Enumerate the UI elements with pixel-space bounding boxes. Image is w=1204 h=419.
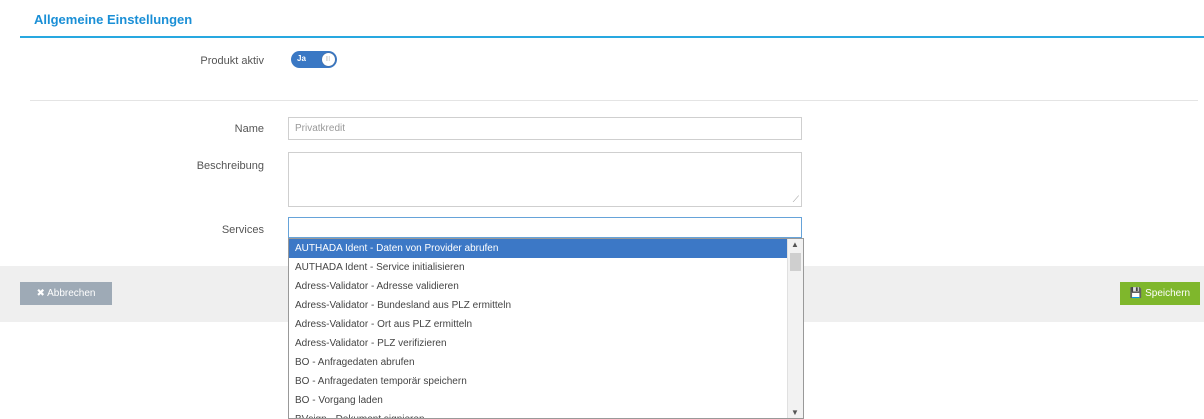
title-underline [20, 36, 1204, 38]
services-option[interactable]: BO - Vorgang laden [289, 391, 787, 410]
services-label: Services [221, 224, 264, 236]
toggle-on-label: Ja [297, 54, 306, 63]
scroll-up-icon[interactable]: ▲ [791, 240, 799, 249]
services-option[interactable]: AUTHADA Ident - Daten von Provider abruf… [289, 239, 787, 258]
toggle-knob: ||| [322, 53, 335, 66]
services-option[interactable]: Adress-Validator - Ort aus PLZ ermitteln [289, 315, 787, 334]
services-input[interactable] [288, 217, 802, 238]
dropdown-scrollbar[interactable]: ▲ ▼ [787, 239, 803, 418]
beschreibung-label: Beschreibung [196, 160, 264, 172]
services-option[interactable]: Adress-Validator - PLZ verifizieren [289, 334, 787, 353]
cancel-button[interactable]: ✖ Abbrechen [20, 282, 112, 305]
name-input[interactable]: Privatkredit [288, 117, 802, 140]
services-dropdown-list: AUTHADA Ident - Daten von Provider abruf… [289, 239, 787, 418]
resize-handle-icon[interactable]: ⟋ [793, 194, 799, 205]
produkt-aktiv-label: Produkt aktiv [200, 55, 264, 67]
section-divider [30, 100, 1198, 101]
services-option[interactable]: AUTHADA Ident - Service initialisieren [289, 258, 787, 277]
beschreibung-textarea[interactable]: ⟋ [288, 152, 802, 207]
section-title: Allgemeine Einstellungen [34, 12, 193, 27]
services-option[interactable]: BVsign - Dokument signieren [289, 410, 787, 418]
services-option[interactable]: BO - Anfragedaten temporär speichern [289, 372, 787, 391]
scrollbar-thumb[interactable] [790, 253, 801, 271]
services-option[interactable]: Adress-Validator - Adresse validieren [289, 277, 787, 296]
save-button[interactable]: 💾 Speichern [1120, 282, 1200, 305]
services-option[interactable]: Adress-Validator - Bundesland aus PLZ er… [289, 296, 787, 315]
services-option[interactable]: BO - Anfragedaten abrufen [289, 353, 787, 372]
produkt-aktiv-toggle[interactable]: Ja ||| [291, 51, 337, 68]
scroll-down-icon[interactable]: ▼ [791, 408, 799, 417]
name-label: Name [234, 123, 264, 135]
services-dropdown[interactable]: AUTHADA Ident - Daten von Provider abruf… [288, 238, 804, 419]
